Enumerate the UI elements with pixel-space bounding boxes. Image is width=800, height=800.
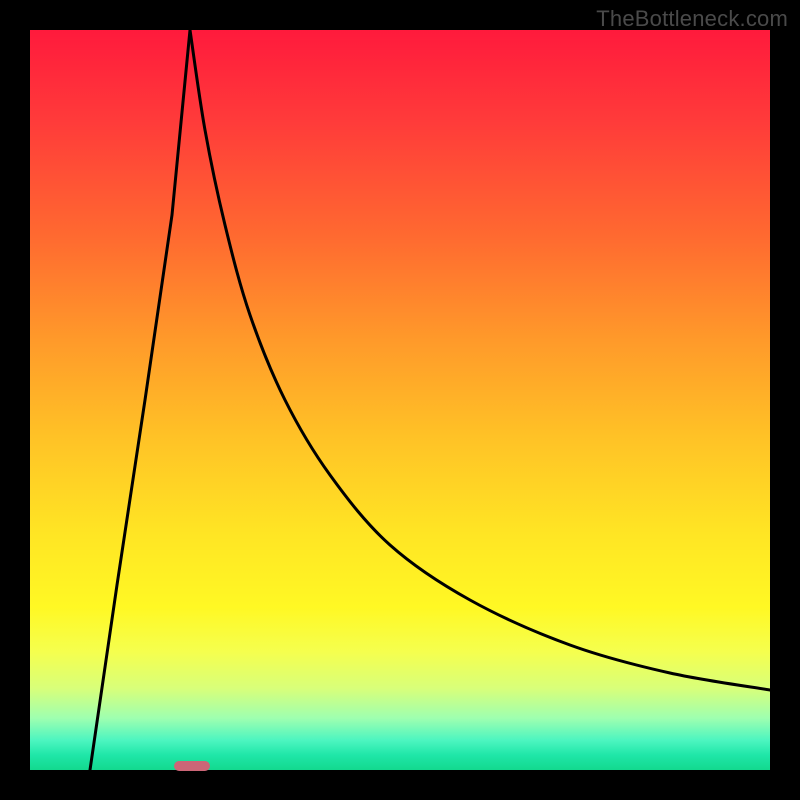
curve-layer	[30, 30, 770, 770]
curve-right-branch	[190, 30, 770, 690]
plot-area	[30, 30, 770, 770]
attribution-text: TheBottleneck.com	[596, 6, 788, 32]
curve-left-branch	[90, 30, 190, 770]
vertex-marker	[174, 761, 210, 771]
chart-frame: TheBottleneck.com	[0, 0, 800, 800]
